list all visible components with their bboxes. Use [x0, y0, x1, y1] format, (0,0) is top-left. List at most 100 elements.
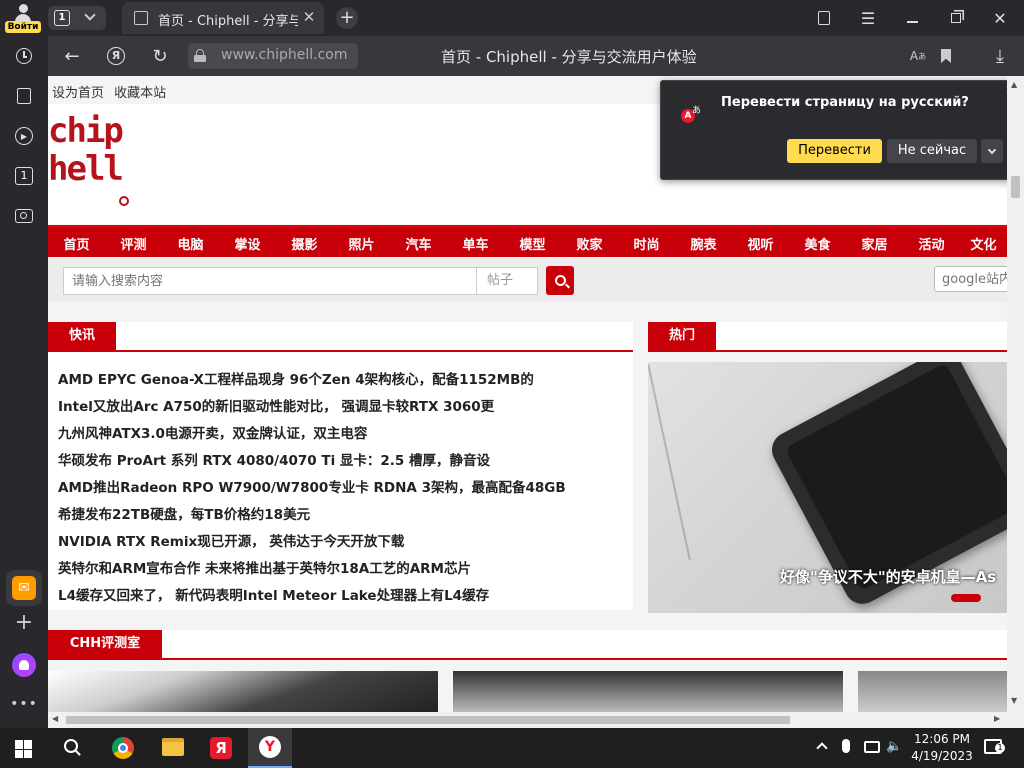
active-tab[interactable]: 首页 - Chiphell - 分享与 ✕	[122, 2, 324, 34]
nav-item[interactable]: 美食	[789, 227, 846, 259]
not-now-button[interactable]: Не сейчас	[887, 139, 977, 163]
translate-options-button[interactable]	[981, 139, 1003, 163]
chh-section-header: CHH评测室	[48, 630, 1007, 660]
scroll-down-arrow[interactable]: ▼	[1011, 696, 1017, 705]
collections-sidebar-icon[interactable]	[12, 84, 36, 108]
file-explorer-icon[interactable]	[162, 738, 184, 756]
nav-item[interactable]: 活动	[903, 227, 960, 259]
nav-item[interactable]: 汽车	[390, 227, 447, 259]
back-icon[interactable]: ←	[60, 44, 84, 68]
translate-icon[interactable]: Aあ	[906, 44, 930, 68]
review-thumb[interactable]	[48, 671, 438, 712]
yandex-app-icon[interactable]: Я	[210, 737, 232, 759]
yandex-home-icon[interactable]: Я	[104, 44, 128, 68]
news-item[interactable]: 九州风神ATX3.0电源开卖，双金牌认证，双主电容	[58, 421, 628, 448]
tab-switcher-button[interactable]: 1	[48, 6, 106, 30]
review-thumb[interactable]	[858, 671, 1007, 712]
review-thumb[interactable]	[453, 671, 843, 712]
news-item[interactable]: AMD EPYC Genoa-X工程样品现身 96个Zen 4架构核心，配备11…	[58, 367, 628, 394]
new-tab-button[interactable]: +	[336, 7, 358, 29]
chiphell-logo[interactable]: chip hell	[48, 112, 138, 212]
browser-sidebar: ▶ 1 ✉ + •••	[0, 36, 48, 728]
scroll-up-arrow[interactable]: ▲	[1011, 80, 1017, 89]
play-icon[interactable]: ▶	[12, 124, 36, 148]
login-button[interactable]: Войти	[4, 2, 42, 34]
url-field[interactable]: www.chiphell.com	[188, 43, 358, 69]
nav-item[interactable]: 模型	[504, 227, 561, 259]
restore-icon[interactable]	[944, 6, 968, 30]
tab-count-sidebar-icon[interactable]: 1	[12, 164, 36, 188]
search-button[interactable]	[546, 266, 574, 295]
alice-assistant-icon[interactable]	[12, 653, 36, 677]
bookmark-icon[interactable]	[934, 44, 958, 68]
close-window-icon[interactable]: ✕	[988, 6, 1012, 30]
windows-start-icon[interactable]	[15, 740, 33, 758]
nav-item[interactable]: 时尚	[618, 227, 675, 259]
network-icon[interactable]	[864, 741, 880, 753]
translate-button[interactable]: Перевести	[787, 139, 882, 163]
more-icon[interactable]: •••	[10, 692, 37, 716]
scroll-right-arrow[interactable]: ▶	[994, 714, 1000, 723]
volume-icon[interactable]: 🔈	[886, 739, 902, 755]
menu-icon[interactable]: ☰	[856, 6, 880, 30]
chrome-icon[interactable]	[112, 737, 134, 759]
nav-item[interactable]: 评测	[105, 227, 162, 259]
search-taskbar-icon[interactable]	[64, 739, 81, 756]
nav-item[interactable]: 视听	[732, 227, 789, 259]
news-item[interactable]: 华硕发布 ProArt 系列 RTX 4080/4070 Ti 显卡：2.5 槽…	[58, 448, 628, 475]
nav-item[interactable]: 家居	[846, 227, 903, 259]
nav-item[interactable]: 电脑	[162, 227, 219, 259]
tray-chevron-icon[interactable]	[816, 742, 828, 754]
news-item[interactable]: 希捷发布22TB硬盘，每TB价格约18美元	[58, 502, 628, 529]
tab-count-badge: 1	[54, 10, 70, 26]
nav-item[interactable]: 照片	[333, 227, 390, 259]
yandex-browser-taskbar-button[interactable]: Y	[248, 728, 292, 768]
nav-item[interactable]: 文化	[960, 227, 1007, 259]
news-item[interactable]: L4缓存又回来了， 新代码表明Intel Meteor Lake处理器上有L4缓…	[58, 583, 628, 610]
login-label: Войти	[5, 21, 41, 33]
clock-date[interactable]: 4/19/2023	[906, 749, 978, 763]
notification-center-icon[interactable]: 1	[984, 739, 1005, 754]
translate-popup-icon: A あ	[681, 103, 705, 127]
horizontal-scroll-thumb[interactable]	[66, 716, 790, 724]
mail-app-button[interactable]: ✉	[6, 570, 42, 606]
clock-time[interactable]: 12:06 PM	[906, 732, 978, 746]
collections-icon[interactable]	[812, 6, 836, 30]
nav-item[interactable]: 摄影	[276, 227, 333, 259]
news-list: AMD EPYC Genoa-X工程样品现身 96个Zen 4架构核心，配备11…	[58, 367, 628, 610]
vertical-scroll-thumb[interactable]	[1011, 176, 1020, 198]
hot-slide-image[interactable]: 好像"争议不大"的安卓机皇—As	[648, 362, 1007, 613]
nav-item[interactable]: 败家	[561, 227, 618, 259]
news-item[interactable]: NVIDIA RTX Remix现已开源， 英伟达于今天开放下载	[58, 529, 628, 556]
screenshot-icon[interactable]	[12, 204, 36, 228]
scroll-left-arrow[interactable]: ◀	[52, 714, 58, 723]
site-search-input[interactable]	[63, 267, 477, 295]
set-homepage-link[interactable]: 设为首页	[52, 86, 104, 101]
slide-indicator[interactable]	[951, 594, 981, 602]
history-icon[interactable]	[12, 44, 36, 68]
title-bar: Войти 1 首页 - Chiphell - 分享与 ✕ + ☰ ✕	[0, 0, 1024, 36]
reload-icon[interactable]: ↻	[148, 44, 172, 68]
chevron-down-icon	[84, 9, 96, 21]
nav-item[interactable]: 掌设	[219, 227, 276, 259]
news-heading: 快讯	[48, 322, 116, 350]
news-item[interactable]: 英特尔和ARM宣布合作 未来将推出基于英特尔18A工艺的ARM芯片	[58, 556, 628, 583]
translate-popup: A あ Перевести страницу на русский? ✕ Пер…	[660, 80, 1020, 180]
search-type-select[interactable]: 帖子	[477, 267, 538, 295]
add-panel-icon[interactable]: +	[12, 610, 36, 635]
news-item[interactable]: Intel又放出Arc A750的新旧驱动性能对比， 强调显卡较RTX 3060…	[58, 394, 628, 421]
download-icon[interactable]: ⤓	[988, 44, 1012, 68]
microphone-icon[interactable]	[842, 739, 850, 753]
nav-item[interactable]: 单车	[447, 227, 504, 259]
tab-close-icon[interactable]: ✕	[300, 8, 318, 26]
bookmark-site-link[interactable]: 收藏本站	[114, 86, 166, 101]
page-title-display: 首页 - Chiphell - 分享与交流用户体验	[441, 48, 697, 66]
windows-taskbar: Я Y 🔈 12:06 PM 4/19/2023 1	[0, 728, 1024, 768]
nav-item[interactable]: 首页	[48, 227, 105, 259]
google-search-input[interactable]	[934, 266, 1007, 292]
horizontal-scrollbar[interactable]: ◀ ▶	[48, 712, 1024, 728]
nav-item[interactable]: 腕表	[675, 227, 732, 259]
news-item[interactable]: AMD推出Radeon RPO W7900/W7800专业卡 RDNA 3架构，…	[58, 475, 628, 502]
minimize-icon[interactable]	[900, 6, 924, 30]
vertical-scrollbar[interactable]: ▲ ▼	[1007, 76, 1024, 712]
